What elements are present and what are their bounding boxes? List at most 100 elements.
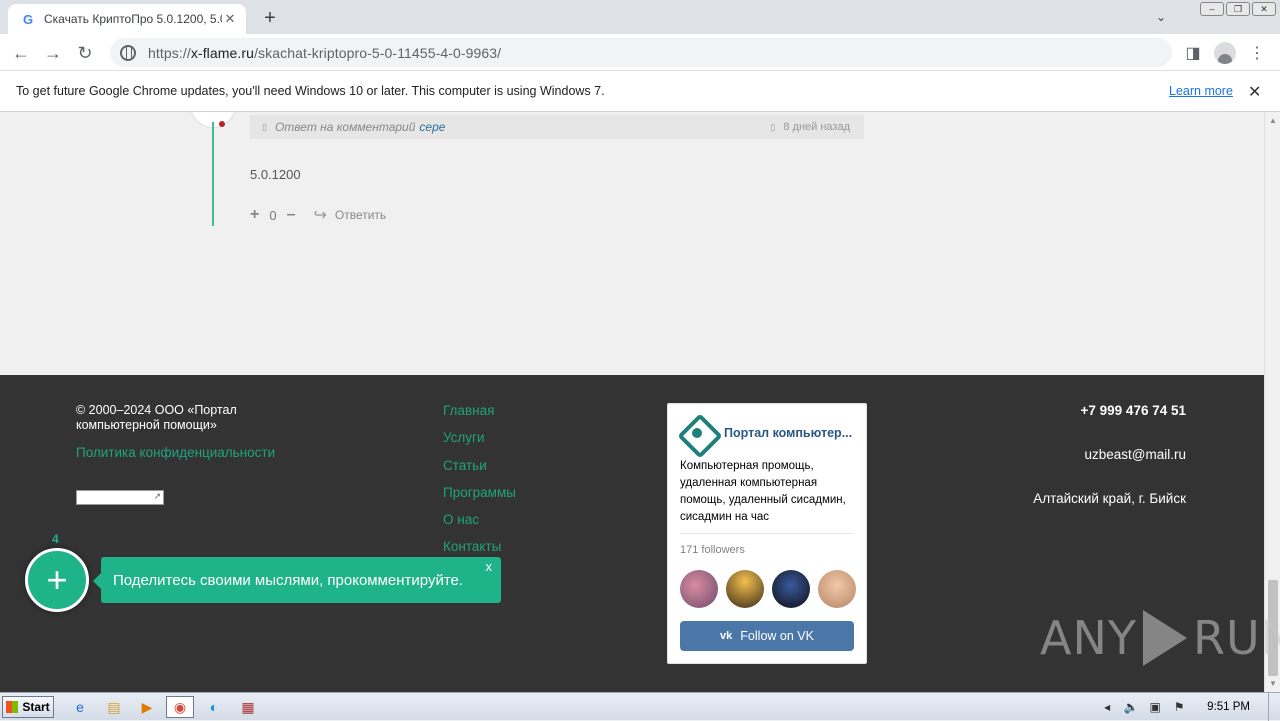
browser-tab[interactable]: G Скачать КриптоПро 5.0.1200, 5.0 ✕ <box>8 4 246 34</box>
web-page: ▯ Ответ на комментарий сере ▯ 8 дней наза… <box>0 112 1264 692</box>
footer-nav: Главная Услуги Статьи Программы О нас Ко… <box>443 403 516 567</box>
url-host: x-flame.ru <box>190 44 255 61</box>
play-icon <box>1142 610 1187 666</box>
reply-button[interactable]: Ответить <box>335 208 386 222</box>
url-path: /skachat-kriptopro-5-0-11455-4-0-9963/ <box>254 44 502 61</box>
comment-prompt-text: Поделитесь своими мыслями, прокомментиру… <box>113 571 464 589</box>
reply-to-label: Ответ на комментарий <box>274 120 416 134</box>
vk-follow-label: Follow on VK <box>740 629 814 643</box>
chrome-taskbar-icon[interactable]: ◉ <box>166 696 194 718</box>
reply-arrow-icon: ▯ <box>262 121 267 132</box>
tab-search-chevron-icon[interactable]: ⌄ <box>1150 6 1172 28</box>
privacy-policy-link[interactable]: Политика конфиденциальности <box>76 445 275 460</box>
downvote-icon[interactable]: – <box>287 206 296 224</box>
winrar-icon[interactable]: ▦ <box>234 696 262 718</box>
comment-text: 5.0.1200 <box>250 167 301 182</box>
footer-email[interactable]: uzbeast@mail.ru <box>1085 447 1187 462</box>
vk-follower-avatars <box>680 570 856 608</box>
file-explorer-icon[interactable]: ▤ <box>100 696 128 718</box>
footer-nav-home[interactable]: Главная <box>443 403 516 430</box>
vk-follow-button[interactable]: vk Follow on VK <box>680 621 854 651</box>
tray-expand-icon[interactable]: ◂ <box>1097 700 1117 714</box>
tab-strip: G Скачать КриптоПро 5.0.1200, 5.0 ✕ + ⌄ … <box>0 0 1280 34</box>
upvote-icon[interactable]: + <box>250 206 259 224</box>
anyrun-watermark: ANY RUN <box>1040 610 1280 666</box>
clock[interactable]: 9:51 PM <box>1207 701 1250 713</box>
address-bar[interactable]: https://x-flame.ru/skachat-kriptopro-5-0… <box>110 38 1172 67</box>
vk-header[interactable]: Портал компьютер... <box>680 416 852 450</box>
copyright-text: © 2000–2024 ООО «Портал компьютерной пом… <box>76 403 237 432</box>
follower-avatar[interactable] <box>818 570 856 608</box>
community-logo-icon <box>680 416 714 450</box>
reply-to-user-link[interactable]: сере <box>419 120 445 134</box>
side-panel-icon[interactable]: ◨ <box>1180 40 1206 66</box>
comment-count-badge: 4 <box>52 532 59 546</box>
browser-toolbar: ← → ↻ https://x-flame.ru/skachat-kriptop… <box>0 34 1280 71</box>
new-tab-icon[interactable]: + <box>258 6 282 30</box>
comment-time-text: 8 дней назад <box>783 121 850 133</box>
plus-icon: + <box>46 559 68 600</box>
footer-nav-services[interactable]: Услуги <box>443 430 516 457</box>
forward-arrow-icon[interactable]: → <box>40 40 66 66</box>
edge-icon[interactable]: ◐ <box>200 696 228 718</box>
footer-nav-articles[interactable]: Статьи <box>443 458 516 485</box>
minimize-icon[interactable]: – <box>1200 2 1224 16</box>
vk-description: Компьютерная промощь, удаленная компьюте… <box>680 460 846 523</box>
url-scheme: https:// <box>148 44 191 61</box>
learn-more-link[interactable]: Learn more <box>1169 84 1233 98</box>
footer-city: Алтайский край, г. Бийск <box>1033 491 1186 506</box>
reply-meta-bar: ▯ Ответ на комментарий сере ▯ 8 дней наза… <box>250 115 864 139</box>
vk-community-widget: Портал компьютер... Компьютерная промощь… <box>667 403 867 664</box>
vk-logo-icon: vk <box>720 630 733 642</box>
vk-followers[interactable]: 171 followers <box>680 544 745 556</box>
comment-actions: + 0 – ↪ Ответить <box>250 205 386 225</box>
comment-time: ▯ 8 дней назад <box>770 121 850 133</box>
show-desktop-button[interactable] <box>1268 693 1280 721</box>
window-controls: – ❐ ✕ <box>1200 2 1276 16</box>
system-tray: ◂ 🔈 ▣ ⚑ 9:51 PM <box>1093 693 1280 721</box>
menu-kebab-icon[interactable]: ⋮ <box>1244 40 1270 66</box>
watermark-right: RUN <box>1192 611 1280 665</box>
thread-line <box>212 122 214 226</box>
restore-icon[interactable]: ❐ <box>1226 2 1250 16</box>
clock-icon: ▯ <box>770 122 776 132</box>
windows-logo-icon <box>6 701 19 713</box>
network-icon[interactable]: ▣ <box>1145 700 1165 714</box>
comment-prompt-tooltip: Поделитесь своими мыслями, прокомментиру… <box>93 557 501 603</box>
volume-icon[interactable]: 🔈 <box>1121 700 1141 714</box>
reload-icon[interactable]: ↻ <box>72 40 98 66</box>
scroll-up-icon[interactable]: ▲ <box>1269 116 1277 125</box>
infobar-close-icon[interactable]: ✕ <box>1248 82 1261 102</box>
back-arrow-icon[interactable]: ← <box>8 40 34 66</box>
follower-avatar[interactable] <box>680 570 718 608</box>
infobar-message: To get future Google Chrome updates, you… <box>16 84 605 98</box>
start-label: Start <box>22 700 50 714</box>
tab-close-icon[interactable]: ✕ <box>222 11 238 27</box>
internet-explorer-icon[interactable]: e <box>66 696 94 718</box>
footer-nav-about[interactable]: О нас <box>443 512 516 539</box>
follower-avatar[interactable] <box>726 570 764 608</box>
watermark-left: ANY <box>1040 611 1137 665</box>
tooltip-close-icon[interactable]: x <box>486 559 493 574</box>
counter-badge[interactable]: ↗ <box>76 490 164 505</box>
google-favicon-icon: G <box>22 11 34 27</box>
start-button[interactable]: Start <box>2 696 54 718</box>
add-comment-button[interactable]: + <box>25 548 89 612</box>
site-info-icon[interactable] <box>120 44 136 61</box>
vk-community-name[interactable]: Портал компьютер... <box>724 426 852 440</box>
media-player-icon[interactable]: ▶ <box>133 696 161 718</box>
follower-avatar[interactable] <box>772 570 810 608</box>
windows-taskbar: Start e ▤ ▶ ◉ ◐ ▦ ◂ 🔈 ▣ ⚑ 9:51 PM <box>0 692 1280 721</box>
page-scrollbar[interactable]: ▲ ▼ <box>1264 112 1280 692</box>
reply-icon[interactable]: ↪ <box>313 205 326 225</box>
tab-title: Скачать КриптоПро 5.0.1200, 5.0 <box>44 12 222 26</box>
profile-avatar-icon[interactable] <box>1212 40 1238 66</box>
vote-count: 0 <box>269 207 277 223</box>
action-center-flag-icon[interactable]: ⚑ <box>1169 700 1189 714</box>
footer-nav-programs[interactable]: Программы <box>443 485 516 512</box>
footer-phone[interactable]: +7 999 476 74 51 <box>1081 403 1186 418</box>
close-window-icon[interactable]: ✕ <box>1252 2 1276 16</box>
scroll-down-icon[interactable]: ▼ <box>1269 679 1277 688</box>
vk-divider <box>680 533 854 534</box>
url-text: https://x-flame.ru/skachat-kriptopro-5-0… <box>148 45 501 61</box>
